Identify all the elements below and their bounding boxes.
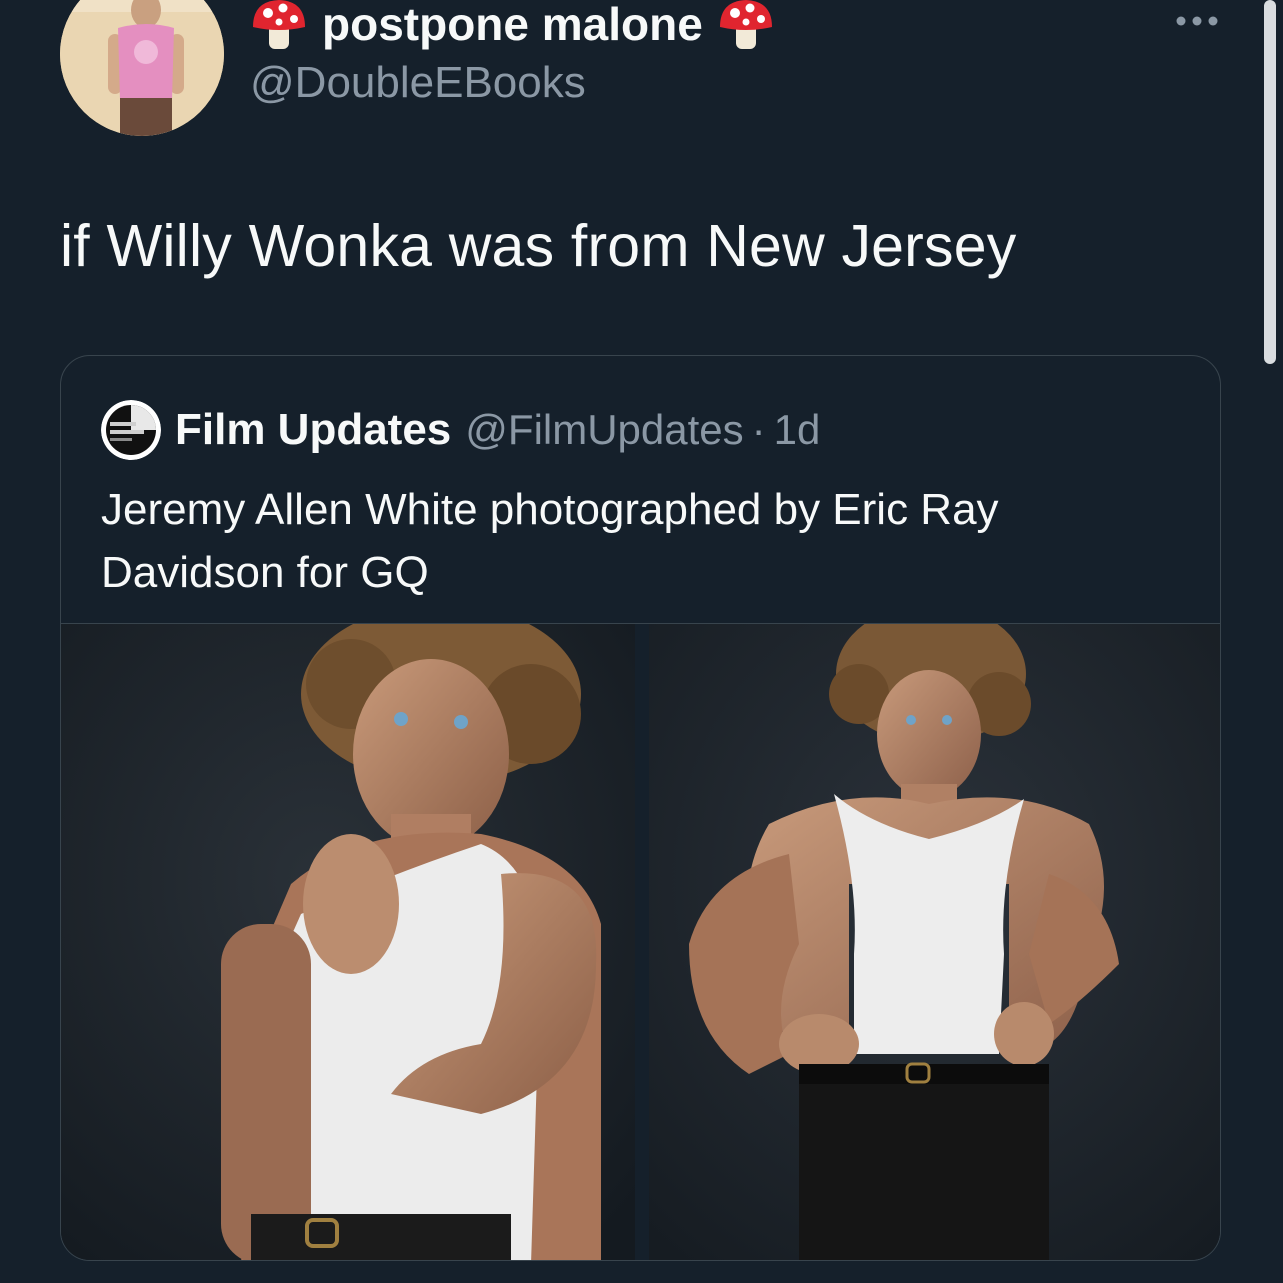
quoted-tweet-header: Film Updates @FilmUpdates · 1d	[101, 400, 820, 460]
photo-1[interactable]	[61, 624, 635, 1260]
quoted-avatar[interactable]	[101, 400, 161, 460]
user-avatar[interactable]	[60, 0, 224, 136]
media-grid	[61, 623, 1220, 1260]
user-handle[interactable]: @DoubleEBooks	[250, 58, 586, 108]
separator-dot: ·	[751, 406, 766, 453]
mushroom-icon	[717, 0, 775, 51]
tweet-text: if Willy Wonka was from New Jersey	[60, 213, 1017, 279]
quoted-display-name[interactable]: Film Updates	[175, 405, 451, 455]
tweet: postpone malone @DoubleEBooks if Willy W…	[0, 0, 1283, 1283]
more-options-icon[interactable]	[1172, 8, 1222, 34]
quoted-tweet-text: Jeremy Allen White photographed by Eric …	[101, 485, 999, 597]
mushroom-icon	[250, 0, 308, 51]
display-name-text: postpone malone	[322, 0, 703, 50]
display-name[interactable]: postpone malone	[250, 0, 775, 54]
quoted-tweet[interactable]: Film Updates @FilmUpdates · 1d Jeremy Al…	[60, 355, 1221, 1261]
scrollbar[interactable]	[1264, 0, 1276, 364]
photo-2[interactable]	[648, 624, 1220, 1260]
quoted-handle[interactable]: @FilmUpdates	[465, 406, 743, 454]
quoted-timestamp[interactable]: 1d	[774, 406, 821, 454]
